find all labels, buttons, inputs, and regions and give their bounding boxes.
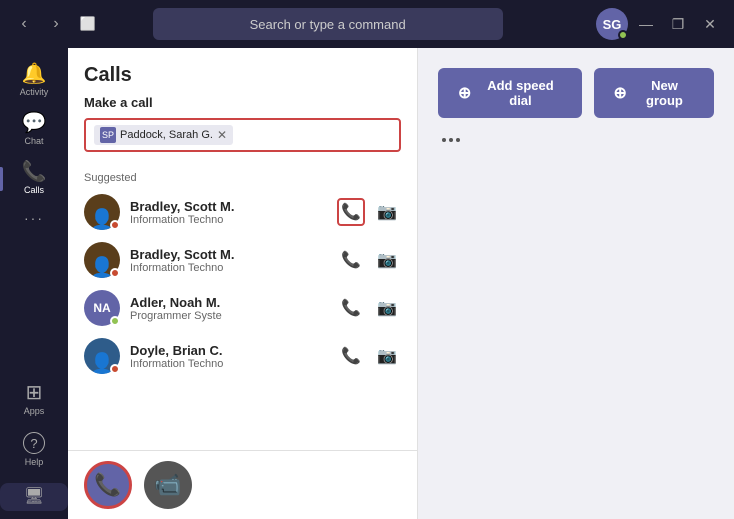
contact-info: Bradley, Scott M. Information Techno bbox=[130, 247, 327, 274]
contact-list: Bradley, Scott M. Information Techno 📞 📷 bbox=[68, 188, 417, 450]
calls-header: Calls bbox=[68, 48, 417, 95]
contact-dept: Information Techno bbox=[130, 358, 327, 370]
sidebar-item-more[interactable]: ··· bbox=[0, 203, 68, 233]
back-button[interactable]: ‹ bbox=[10, 10, 38, 38]
avatar-wrapper bbox=[84, 338, 120, 374]
new-group-button[interactable]: ⊕ New group bbox=[594, 68, 715, 118]
video-call-icon[interactable]: 📷 bbox=[373, 294, 401, 322]
video-call-icon[interactable]: 📷 bbox=[373, 198, 401, 226]
calls-icon: 📞 bbox=[22, 162, 47, 182]
contact-dept: Programmer Syste bbox=[130, 310, 327, 322]
status-dot bbox=[110, 220, 120, 230]
phone-call-icon[interactable]: 📞 bbox=[337, 198, 365, 226]
title-bar: ‹ › ⬜ Search or type a command SG — ❐ ✕ bbox=[0, 0, 734, 48]
suggested-label: Suggested bbox=[68, 164, 417, 188]
nav-buttons: ‹ › ⬜ bbox=[10, 10, 102, 38]
minimize-button[interactable]: — bbox=[632, 10, 660, 38]
contact-actions: 📞 📷 bbox=[337, 342, 401, 370]
contact-item[interactable]: Bradley, Scott M. Information Techno 📞 📷 bbox=[68, 236, 417, 284]
phone-call-icon[interactable]: 📞 bbox=[337, 294, 365, 322]
sidebar-item-chat[interactable]: 💬 Chat bbox=[0, 105, 68, 154]
close-button[interactable]: ✕ bbox=[696, 10, 724, 38]
contact-info: Adler, Noah M. Programmer Syste bbox=[130, 295, 327, 322]
content-area: Calls Make a call SP Paddock, Sarah G. ✕… bbox=[68, 48, 734, 519]
contact-actions: 📞 📷 bbox=[337, 246, 401, 274]
contact-dept: Information Techno bbox=[130, 214, 327, 226]
make-call-section: Make a call SP Paddock, Sarah G. ✕ bbox=[68, 95, 417, 164]
tag-close-button[interactable]: ✕ bbox=[217, 128, 227, 142]
search-bar[interactable]: Search or type a command bbox=[153, 8, 503, 40]
make-call-title: Make a call bbox=[84, 95, 401, 110]
contact-name: Doyle, Brian C. bbox=[130, 343, 327, 358]
more-options-button[interactable] bbox=[438, 134, 464, 146]
contact-name: Bradley, Scott M. bbox=[130, 199, 327, 214]
sidebar-label-help: Help bbox=[25, 457, 44, 467]
sidebar-item-calls[interactable]: 📞 Calls bbox=[0, 154, 68, 203]
sidebar: 🔔 Activity 💬 Chat 📞 Calls ··· ⊞ Apps ? H… bbox=[0, 48, 68, 519]
phone-call-icon[interactable]: 📞 bbox=[337, 342, 365, 370]
sidebar-label-apps: Apps bbox=[24, 406, 45, 416]
avatar-wrapper: NA bbox=[84, 290, 120, 326]
phone-call-icon[interactable]: 📞 bbox=[337, 246, 365, 274]
avatar-wrapper bbox=[84, 194, 120, 230]
search-tag: SP Paddock, Sarah G. ✕ bbox=[94, 125, 233, 145]
activity-icon: 🔔 bbox=[22, 64, 47, 84]
right-actions: ⊕ Add speed dial ⊕ New group bbox=[438, 68, 714, 118]
contact-item[interactable]: Doyle, Brian C. Information Techno 📞 📷 bbox=[68, 332, 417, 380]
dot1 bbox=[442, 138, 446, 142]
sidebar-item-device[interactable]: 🖥 bbox=[0, 483, 68, 511]
search-input-box[interactable]: SP Paddock, Sarah G. ✕ bbox=[84, 118, 401, 152]
sidebar-label-chat: Chat bbox=[24, 136, 43, 146]
phone-dial-button[interactable]: 📞 bbox=[84, 461, 132, 509]
contact-item[interactable]: Bradley, Scott M. Information Techno 📞 📷 bbox=[68, 188, 417, 236]
new-group-label: New group bbox=[635, 78, 694, 108]
apps-icon: ⊞ bbox=[26, 383, 43, 403]
tag-name: Paddock, Sarah G. bbox=[120, 129, 213, 141]
status-dot bbox=[110, 316, 120, 326]
dot2 bbox=[449, 138, 453, 142]
contact-info: Bradley, Scott M. Information Techno bbox=[130, 199, 327, 226]
new-group-icon: ⊕ bbox=[614, 83, 627, 103]
tag-initials: SP bbox=[100, 127, 116, 143]
status-dot bbox=[110, 364, 120, 374]
add-speed-dial-button[interactable]: ⊕ Add speed dial bbox=[438, 68, 582, 118]
right-panel: ⊕ Add speed dial ⊕ New group bbox=[418, 48, 734, 519]
contact-name: Adler, Noah M. bbox=[130, 295, 327, 310]
add-speed-dial-icon: ⊕ bbox=[458, 83, 471, 103]
sidebar-label-calls: Calls bbox=[24, 185, 44, 195]
main-layout: 🔔 Activity 💬 Chat 📞 Calls ··· ⊞ Apps ? H… bbox=[0, 48, 734, 519]
avatar-initials: SG bbox=[603, 17, 622, 32]
new-window-button[interactable]: ⬜ bbox=[74, 10, 102, 38]
avatar-status-dot bbox=[618, 30, 628, 40]
chat-icon: 💬 bbox=[22, 113, 47, 133]
video-call-icon[interactable]: 📷 bbox=[373, 342, 401, 370]
contact-item[interactable]: NA Adler, Noah M. Programmer Syste 📞 📷 bbox=[68, 284, 417, 332]
more-icon: ··· bbox=[24, 211, 44, 225]
device-icon: 🖥 bbox=[24, 489, 44, 505]
contact-info: Doyle, Brian C. Information Techno bbox=[130, 343, 327, 370]
avatar-wrapper bbox=[84, 242, 120, 278]
add-speed-dial-label: Add speed dial bbox=[479, 78, 561, 108]
maximize-button[interactable]: ❐ bbox=[664, 10, 692, 38]
status-dot bbox=[110, 268, 120, 278]
user-avatar[interactable]: SG bbox=[596, 8, 628, 40]
sidebar-item-activity[interactable]: 🔔 Activity bbox=[0, 56, 68, 105]
search-text: Search or type a command bbox=[250, 17, 406, 32]
dot3 bbox=[456, 138, 460, 142]
contact-actions: 📞 📷 bbox=[337, 198, 401, 226]
contact-name: Bradley, Scott M. bbox=[130, 247, 327, 262]
help-icon: ? bbox=[23, 432, 45, 454]
video-call-icon[interactable]: 📷 bbox=[373, 246, 401, 274]
calls-panel: Calls Make a call SP Paddock, Sarah G. ✕… bbox=[68, 48, 418, 519]
sidebar-item-apps[interactable]: ⊞ Apps bbox=[0, 375, 68, 424]
video-dial-button[interactable]: 📹 bbox=[144, 461, 192, 509]
dial-buttons-bar: 📞 📹 bbox=[68, 450, 417, 519]
title-bar-right: SG — ❐ ✕ bbox=[596, 8, 724, 40]
forward-button[interactable]: › bbox=[42, 10, 70, 38]
sidebar-item-help[interactable]: ? Help bbox=[0, 424, 68, 475]
sidebar-label-activity: Activity bbox=[20, 87, 49, 97]
contact-dept: Information Techno bbox=[130, 262, 327, 274]
contact-actions: 📞 📷 bbox=[337, 294, 401, 322]
